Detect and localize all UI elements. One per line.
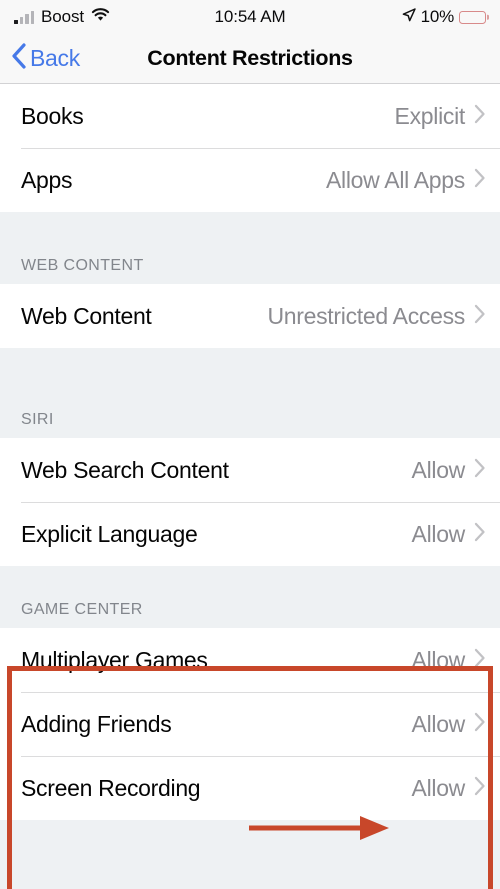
wifi-icon xyxy=(91,7,110,27)
row-accessory: Unrestricted Access xyxy=(267,303,486,330)
section-siri: Web Search Content Allow Explicit Langua… xyxy=(0,438,500,566)
row-explicit-language[interactable]: Explicit Language Allow xyxy=(0,502,500,566)
row-value: Unrestricted Access xyxy=(267,302,465,329)
row-screen-recording[interactable]: Screen Recording Allow xyxy=(0,756,500,820)
row-label: Explicit Language xyxy=(21,520,198,547)
row-accessory: Allow xyxy=(412,457,486,484)
carrier-label: Boost xyxy=(41,7,84,26)
iphone-screen: Boost 10:54 AM 10% Back Content Restrict… xyxy=(0,0,500,889)
row-accessory: Explicit xyxy=(395,103,486,130)
row-adding-friends[interactable]: Adding Friends Allow xyxy=(0,692,500,756)
section-web-content: Web Content Unrestricted Access xyxy=(0,284,500,348)
row-value: Allow xyxy=(411,710,466,737)
row-value: Allow xyxy=(411,774,466,801)
row-accessory: Allow xyxy=(412,521,486,548)
chevron-right-icon xyxy=(474,522,486,547)
row-accessory: Allow xyxy=(412,647,486,674)
status-bar: Boost 10:54 AM 10% xyxy=(0,0,500,34)
chevron-right-icon xyxy=(474,104,486,129)
location-arrow-icon xyxy=(402,7,416,27)
section-header-game-center: GAME CENTER xyxy=(0,566,500,628)
row-web-search-content[interactable]: Web Search Content Allow xyxy=(0,438,500,502)
chevron-right-icon xyxy=(474,712,486,737)
section-top: Books Explicit Apps Allow All Apps xyxy=(0,84,500,212)
row-label: Screen Recording xyxy=(21,774,201,801)
row-books[interactable]: Books Explicit xyxy=(0,84,500,148)
row-apps[interactable]: Apps Allow All Apps xyxy=(0,148,500,212)
row-value: Explicit xyxy=(394,102,466,129)
signal-bars-icon xyxy=(14,10,34,24)
chevron-right-icon xyxy=(474,168,486,193)
row-accessory: Allow xyxy=(412,775,486,802)
battery-percent-label: 10% xyxy=(420,7,455,26)
navigation-bar: Back Content Restrictions xyxy=(0,34,500,84)
row-value: Allow All Apps xyxy=(326,166,465,193)
chevron-left-icon xyxy=(11,43,27,74)
row-label: Apps xyxy=(21,166,73,193)
row-multiplayer-games[interactable]: Multiplayer Games Allow xyxy=(0,628,500,692)
chevron-right-icon xyxy=(474,776,486,801)
battery-icon xyxy=(459,10,486,24)
row-accessory: Allow All Apps xyxy=(326,167,486,194)
row-accessory: Allow xyxy=(412,711,486,738)
row-label: Web Content xyxy=(21,302,152,329)
chevron-right-icon xyxy=(474,458,486,483)
settings-list[interactable]: Books Explicit Apps Allow All Apps WEB C… xyxy=(0,84,500,889)
status-bar-left: Boost xyxy=(14,7,110,27)
row-value: Allow xyxy=(411,646,466,673)
section-header-siri: SIRI xyxy=(0,348,500,438)
chevron-right-icon xyxy=(474,304,486,329)
row-label: Adding Friends xyxy=(21,710,172,737)
status-bar-right: 10% xyxy=(402,7,486,27)
section-game-center: Multiplayer Games Allow Adding Friends A… xyxy=(0,628,500,820)
row-label: Multiplayer Games xyxy=(21,646,208,673)
chevron-right-icon xyxy=(474,648,486,673)
row-label: Web Search Content xyxy=(21,456,229,483)
row-web-content[interactable]: Web Content Unrestricted Access xyxy=(0,284,500,348)
row-value: Allow xyxy=(411,520,466,547)
back-button[interactable]: Back xyxy=(0,43,80,74)
section-header-web-content: WEB CONTENT xyxy=(0,212,500,284)
back-button-label: Back xyxy=(30,45,80,71)
row-label: Books xyxy=(21,102,84,129)
row-value: Allow xyxy=(411,456,466,483)
